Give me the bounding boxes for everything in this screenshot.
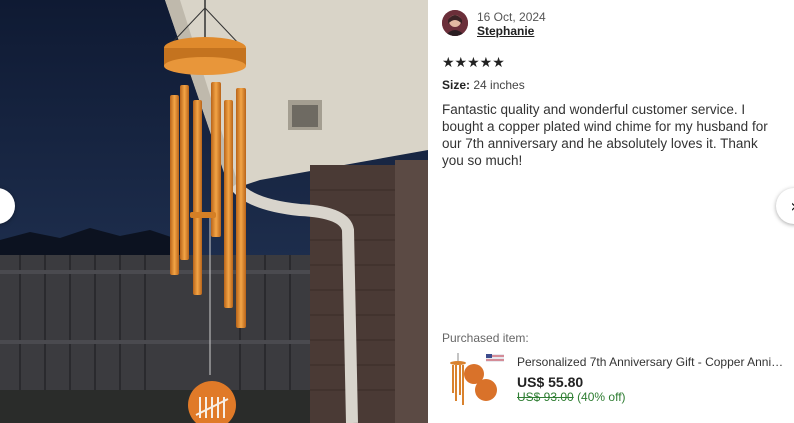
discount-info: US$ 93.00 (40% off): [517, 390, 626, 404]
review-panel: 16 Oct, 2024 Stephanie ★★★★★ Size: 24 in…: [428, 0, 794, 423]
item-price: US$ 55.80: [517, 374, 584, 390]
reviewer-name-link[interactable]: Stephanie: [477, 24, 534, 38]
original-price: US$ 93.00: [517, 390, 574, 404]
purchased-item-title-link[interactable]: Personalized 7th Anniversary Gift - Copp…: [517, 355, 787, 369]
star-rating: ★★★★★: [442, 55, 505, 71]
chevron-right-icon: ›: [790, 196, 794, 217]
discount-percent: (40% off): [577, 390, 626, 404]
size-variation: Size: 24 inches: [442, 78, 525, 92]
review-text: Fantastic quality and wonderful customer…: [442, 102, 768, 168]
review-date: 16 Oct, 2024: [477, 10, 546, 24]
review-photo: [0, 0, 428, 423]
purchased-item-label: Purchased item:: [442, 331, 529, 345]
purchased-item-thumbnail[interactable]: [446, 350, 508, 410]
size-label: Size:: [442, 78, 471, 92]
avatar[interactable]: [442, 10, 468, 36]
size-value: 24 inches: [473, 78, 525, 92]
